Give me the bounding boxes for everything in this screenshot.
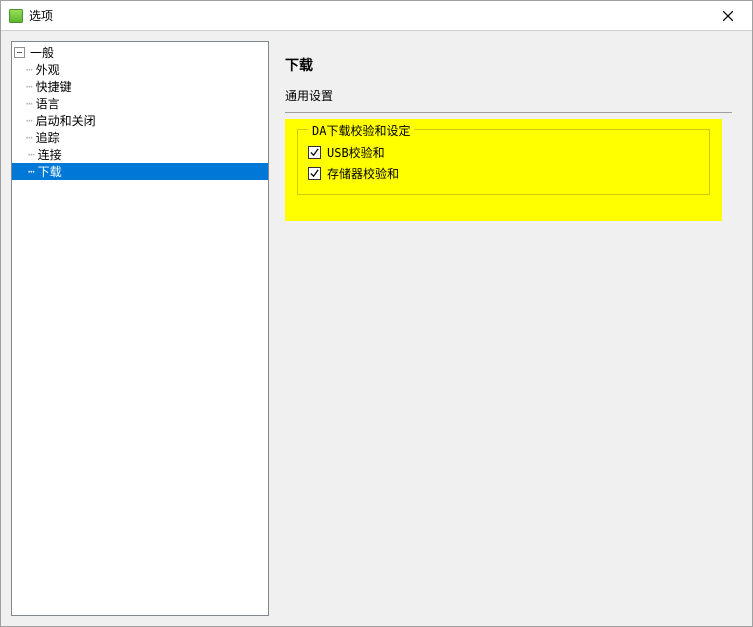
tree-label-shortcuts: 快捷键 — [34, 78, 266, 95]
content-pane: 下载 通用设置 DA下载校验和设定 USB校验和 — [285, 41, 742, 616]
titlebar-left: 选项 — [9, 7, 53, 24]
close-icon — [723, 11, 733, 21]
tree-item-general[interactable]: 一般 ⋯ 外观 ⋯ — [12, 44, 268, 146]
checkbox-icon — [308, 146, 321, 159]
tree-branch-icon: ⋯ — [26, 131, 32, 144]
tree-item-download[interactable]: ⋯ 下载 — [12, 163, 268, 180]
close-button[interactable] — [708, 2, 748, 30]
tree-label-language: 语言 — [34, 95, 266, 112]
tree-item-startup[interactable]: ⋯ 启动和关闭 — [12, 112, 268, 129]
nav-tree-pane: 一般 ⋯ 外观 ⋯ — [11, 41, 269, 616]
tree-item-language[interactable]: ⋯ 语言 — [12, 95, 268, 112]
titlebar: 选项 — [1, 1, 752, 31]
storage-checksum-label: 存储器校验和 — [327, 165, 399, 182]
tree-branch-icon: ⋯ — [26, 97, 32, 110]
storage-checksum-row[interactable]: 存储器校验和 — [308, 165, 699, 182]
tree-label-appearance: 外观 — [34, 61, 266, 78]
usb-checksum-label: USB校验和 — [327, 144, 385, 161]
tree-branch-icon: ⋯ — [28, 165, 34, 178]
divider — [285, 112, 732, 113]
tree-label-download: 下载 — [36, 163, 266, 180]
groupbox-legend: DA下载校验和设定 — [308, 122, 414, 139]
tree-item-connection[interactable]: ⋯ 连接 — [12, 146, 268, 163]
tree-label-startup: 启动和关闭 — [34, 112, 266, 129]
checkbox-icon — [308, 167, 321, 180]
tree-branch-icon: ⋯ — [26, 63, 32, 76]
options-dialog: 选项 一般 — [0, 0, 753, 627]
checksum-groupbox: DA下载校验和设定 USB校验和 存储器校验和 — [297, 129, 710, 195]
tree-label-tracking: 追踪 — [34, 129, 266, 146]
page-title: 下载 — [285, 55, 732, 75]
tree-label-connection: 连接 — [36, 146, 266, 163]
tree-item-tracking[interactable]: ⋯ 追踪 — [12, 129, 268, 146]
tree-item-shortcuts[interactable]: ⋯ 快捷键 — [12, 78, 268, 95]
checksum-highlight: DA下载校验和设定 USB校验和 存储器校验和 — [285, 119, 722, 221]
dialog-body: 一般 ⋯ 外观 ⋯ — [1, 31, 752, 626]
expand-toggle-icon[interactable] — [14, 47, 25, 58]
nav-tree: 一般 ⋯ 外观 ⋯ — [12, 44, 268, 180]
tree-branch-icon: ⋯ — [26, 114, 32, 127]
tree-branch-icon: ⋯ — [26, 80, 32, 93]
window-title: 选项 — [29, 7, 53, 24]
tree-item-appearance[interactable]: ⋯ 外观 — [12, 61, 268, 78]
tree-label-general: 一般 — [28, 44, 266, 61]
tree-branch-icon: ⋯ — [28, 148, 34, 161]
app-icon — [9, 9, 23, 23]
usb-checksum-row[interactable]: USB校验和 — [308, 144, 699, 161]
subsection-title: 通用设置 — [285, 87, 732, 104]
